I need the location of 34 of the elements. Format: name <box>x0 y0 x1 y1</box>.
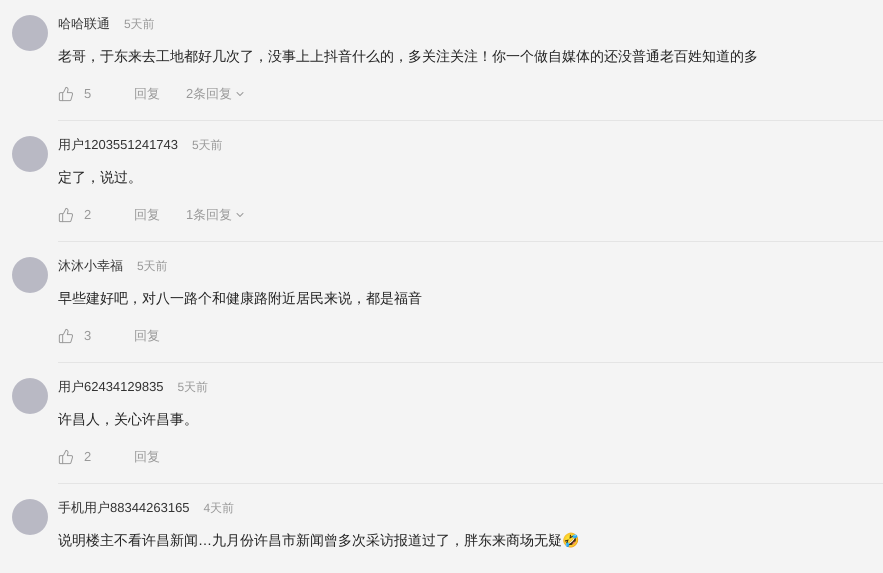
like-button[interactable]: 2 <box>58 447 134 466</box>
like-button[interactable]: 3 <box>58 326 134 346</box>
thumbs-up-icon <box>58 328 74 344</box>
reply-button[interactable]: 回复 <box>134 205 186 224</box>
user-name[interactable]: 用户1203551241743 <box>58 135 178 155</box>
thumbs-up-icon <box>58 86 74 102</box>
avatar-placeholder[interactable] <box>12 257 48 293</box>
comment-time: 5天前 <box>192 137 223 154</box>
avatar-placeholder[interactable] <box>12 15 48 51</box>
comment-text: 定了，说过。 <box>58 168 143 187</box>
comment-time: 5天前 <box>124 16 155 33</box>
user-name[interactable]: 哈哈联通 <box>58 14 110 34</box>
reply-button[interactable]: 回复 <box>134 447 186 466</box>
reply-button[interactable]: 回复 <box>134 84 186 104</box>
like-button[interactable]: 2 <box>58 205 134 224</box>
replies-toggle[interactable]: 1条回复 <box>186 205 246 224</box>
comment-text: 许昌人，关心许昌事。 <box>58 410 199 429</box>
thumbs-up-icon <box>58 448 74 465</box>
thumbs-up-icon <box>58 206 74 223</box>
avatar-placeholder[interactable] <box>12 499 48 535</box>
reply-button[interactable]: 回复 <box>134 326 186 346</box>
replies-toggle[interactable]: 2条回复 <box>186 84 246 104</box>
comment-time: 4天前 <box>204 500 234 517</box>
avatar-placeholder[interactable] <box>12 136 48 172</box>
comment-time: 5天前 <box>178 379 208 396</box>
user-name[interactable]: 手机用户88344263165 <box>58 498 190 518</box>
avatar-placeholder[interactable] <box>12 378 48 414</box>
comment-text: 早些建好吧，对八一路个和健康路附近居民来说，都是福音 <box>58 289 423 308</box>
user-name[interactable]: 用户62434129835 <box>58 377 164 397</box>
comment-text: 说明楼主不看许昌新闻…九月份许昌市新闻曾多次采访报道过了，胖东来商场无疑🤣 <box>58 531 580 550</box>
user-name[interactable]: 沐沐小幸福 <box>58 256 123 276</box>
comment-text: 老哥，于东来去工地都好几次了，没事上上抖音什么的，多关注关注！你一个做自媒体的还没普通老百姓知道的多 <box>58 47 759 66</box>
comment-time: 5天前 <box>137 258 168 275</box>
like-button[interactable]: 5 <box>58 84 134 104</box>
